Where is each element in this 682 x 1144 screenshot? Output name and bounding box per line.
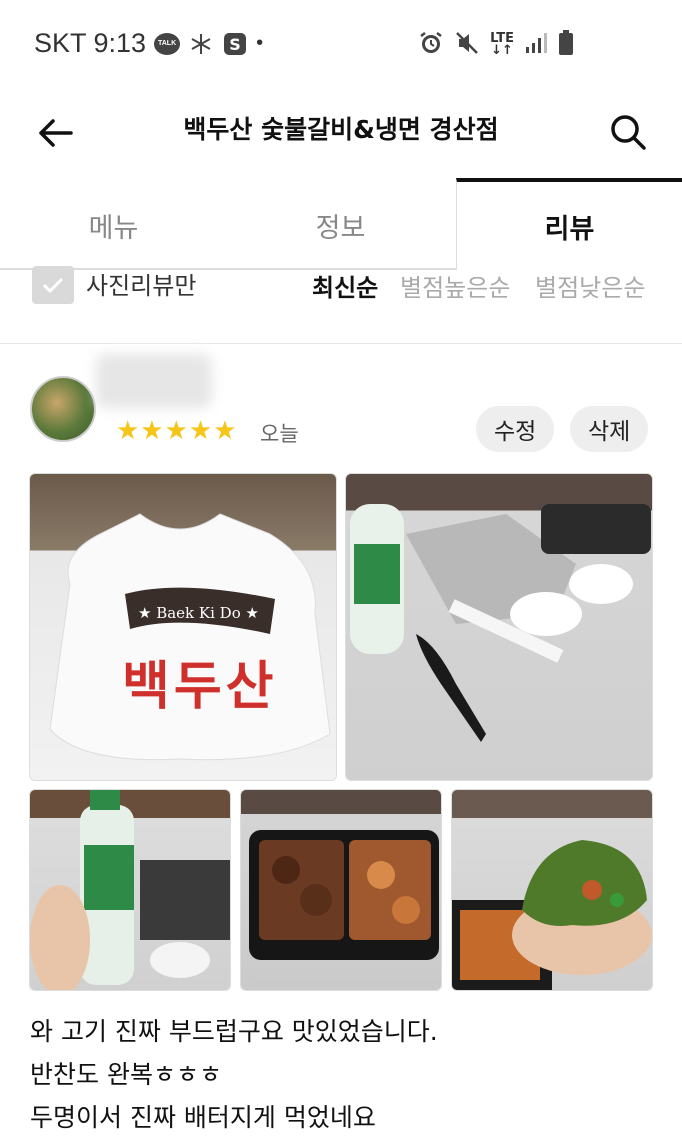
check-icon	[42, 277, 64, 294]
back-button[interactable]	[30, 108, 80, 158]
photo-only-checkbox[interactable]	[32, 266, 74, 304]
bag-brand-text: ★ Baek Ki Do ★	[138, 604, 259, 622]
search-button[interactable]	[602, 106, 654, 158]
review-photo-2[interactable]	[345, 473, 653, 781]
notification-dot: •	[256, 32, 264, 54]
sort-rating-high[interactable]: 별점높은순	[400, 268, 510, 303]
carrier-time: SKT 9:13	[34, 28, 147, 58]
signal-icon	[524, 31, 548, 59]
status-right: LTE ↓↑	[418, 30, 574, 60]
network-label: LTE	[490, 31, 514, 46]
username-blurred	[96, 354, 212, 408]
review-date: 오늘	[260, 422, 299, 446]
review-photo-4[interactable]	[240, 789, 442, 991]
tab-review[interactable]: 리뷰	[456, 178, 682, 270]
review-filter-row: 사진리뷰만 최신순 별점높은순 별점낮은순	[0, 262, 682, 344]
alarm-icon	[418, 30, 444, 60]
status-left: SKT 9:13 TALK S •	[34, 28, 263, 59]
page-title: 백두산 숯불갈비&냉면 경산점	[183, 115, 499, 144]
sort-rating-low[interactable]: 별점낮은순	[535, 268, 645, 303]
s-app-icon: S	[222, 31, 248, 57]
tab-bar: 메뉴 정보 리뷰	[0, 178, 682, 270]
mute-icon	[454, 30, 480, 60]
avatar[interactable]	[30, 376, 96, 442]
network-type: LTE ↓↑	[490, 31, 514, 58]
review-photo-3[interactable]	[29, 789, 231, 991]
edit-button[interactable]: 수정	[476, 406, 555, 452]
snowflake-icon	[188, 31, 214, 57]
tab-menu[interactable]: 메뉴	[0, 180, 227, 270]
status-bar: SKT 9:13 TALK S • LTE ↓↑	[0, 0, 682, 90]
review-text-line-3: 두명이서 진짜 배터지게 먹었네요	[30, 1103, 376, 1132]
review-text-line-2: 반찬도 완복ㅎㅎㅎ	[30, 1060, 222, 1089]
svg-text:S: S	[229, 35, 241, 54]
lettuce-wrap-illustration	[452, 840, 652, 990]
photo-only-label[interactable]: 사진리뷰만	[86, 266, 196, 301]
shopping-bag-illustration	[49, 513, 331, 761]
review-text-line-1: 와 고기 진짜 부드럽구요 맛있었습니다.	[30, 1017, 438, 1046]
bag-name-text: 백두산	[122, 656, 278, 717]
tab-info[interactable]: 정보	[227, 180, 454, 270]
delete-button[interactable]: 삭제	[570, 406, 649, 452]
rating-stars: ★★★★★	[116, 416, 238, 446]
talk-icon: TALK	[154, 32, 181, 55]
sort-latest[interactable]: 최신순	[312, 268, 378, 303]
arrow-left-icon	[39, 119, 73, 147]
app-bar: 백두산 숯불갈비&냉면 경산점	[0, 90, 682, 180]
battery-icon	[558, 30, 574, 60]
grilled-meat-illustration	[249, 830, 439, 960]
review-photo-5[interactable]	[451, 789, 653, 991]
drink-bottle-illustration	[30, 790, 230, 990]
search-icon	[611, 115, 646, 150]
food-table-illustration	[350, 504, 651, 742]
review-photo-1[interactable]: ★ Baek Ki Do ★ 백두산	[29, 473, 337, 781]
